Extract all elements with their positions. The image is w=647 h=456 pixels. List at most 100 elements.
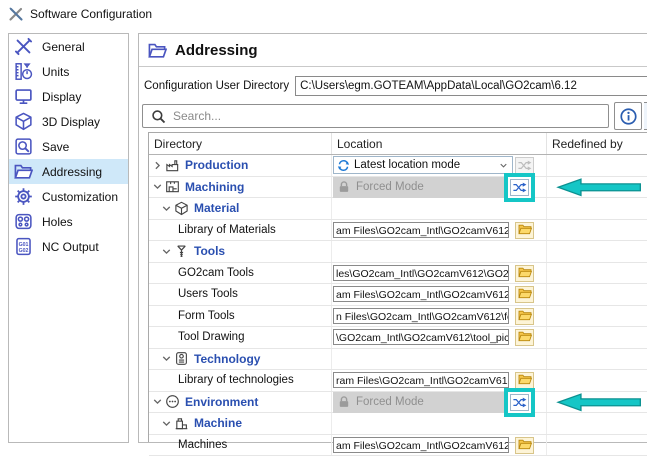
config-directory-row: Configuration User Directory C:\Users\eg… (139, 74, 647, 98)
table-row: Machine (149, 413, 647, 435)
browse-folder-button[interactable] (515, 372, 534, 389)
category-label: Machine (194, 416, 242, 430)
sidebar-item-label: Holes (42, 215, 73, 229)
chevron-down-icon[interactable] (151, 395, 164, 408)
redefined-by-cell (547, 177, 647, 198)
svg-text:G01: G01 (19, 242, 29, 248)
search-input[interactable]: Search... (142, 104, 609, 128)
chevron-down-icon[interactable] (151, 180, 164, 193)
chevron-down-icon[interactable] (160, 352, 173, 365)
chevron-right-icon[interactable] (151, 159, 164, 172)
path-field[interactable]: \GO2cam_Intl\GO2camV612\tool_picture (333, 329, 509, 345)
column-header-location[interactable]: Location (332, 133, 547, 154)
window-title: Software Configuration (30, 7, 152, 21)
item-label: Users Tools (178, 288, 238, 300)
category-label: Environment (185, 395, 258, 409)
shuffle-mode-button[interactable] (510, 179, 529, 196)
table-row: GO2cam Tools les\GO2cam_Intl\GO2camV612\G… (149, 263, 647, 285)
path-field[interactable]: am Files\GO2cam_Intl\GO2camV612\mac (333, 437, 509, 453)
addressing-table: Directory Location Redefined by Producti… (148, 132, 647, 442)
browse-folder-button[interactable] (515, 222, 534, 239)
sidebar-item-units[interactable]: Units (9, 59, 128, 84)
redefined-by-cell (547, 349, 647, 370)
category-label: Technology (194, 352, 260, 366)
path-field[interactable]: n Files\GO2cam_Intl\GO2camV612\forme (333, 308, 509, 324)
sidebar-item-addressing[interactable]: Addressing (9, 159, 128, 184)
lock-icon (337, 395, 351, 409)
browse-folder-button[interactable] (515, 329, 534, 346)
directory-cell: Machining (149, 177, 332, 198)
browse-folder-button[interactable] (515, 437, 534, 454)
main-panel: Addressing Configuration User Directory … (138, 33, 647, 443)
sidebar-item-3d-display[interactable]: 3D Display (9, 109, 128, 134)
item-label: Machines (178, 439, 227, 451)
path-field[interactable]: am Files\GO2cam_Intl\GO2camV612\tool (333, 286, 509, 302)
item-label: Form Tools (178, 310, 235, 322)
sidebar-item-save[interactable]: Save (9, 134, 128, 159)
column-header-redefined-by[interactable]: Redefined by (547, 133, 647, 154)
directory-cell: Form Tools (149, 306, 332, 327)
window-titlebar: Software Configuration (0, 0, 647, 28)
directory-cell: Material (149, 198, 332, 219)
directory-cell: Production (149, 155, 332, 176)
table-row: Production Latest location mode (149, 155, 647, 177)
table-row: Users Tools am Files\GO2cam_Intl\GO2camV6… (149, 284, 647, 306)
machine-icon (174, 416, 189, 431)
sidebar: GeneralUnits Display 3D DisplaySaveAddress… (8, 33, 129, 443)
path-field[interactable]: ram Files\GO2cam_Intl\GO2camV612\tec (333, 372, 509, 388)
directory-cell: GO2cam Tools (149, 263, 332, 284)
directory-cell: Technology (149, 349, 332, 370)
units-icon (14, 62, 33, 81)
column-header-directory[interactable]: Directory (149, 133, 332, 154)
sidebar-item-nc-output[interactable]: G01G02NC Output (9, 234, 128, 259)
table-row: Form Tools n Files\GO2cam_Intl\GO2camV612… (149, 306, 647, 328)
display-icon (14, 87, 33, 106)
redefined-by-cell (547, 198, 647, 219)
table-row: Library of Materialsam Files\GO2cam_Intl… (149, 220, 647, 242)
folder-icon (518, 330, 532, 345)
path-field[interactable]: les\GO2cam_Intl\GO2camV612\GO2_tool (333, 265, 509, 281)
item-label: Tool Drawing (178, 331, 244, 343)
directory-cell: Machines (149, 435, 332, 456)
shuffle-mode-button[interactable] (510, 394, 529, 411)
chevron-down-icon[interactable] (160, 245, 173, 258)
item-label: GO2cam Tools (178, 267, 254, 279)
forced-mode-bar: Forced Mode (333, 177, 509, 198)
search-placeholder: Search... (173, 109, 221, 123)
location-cell: \GO2cam_Intl\GO2camV612\tool_picture (332, 327, 547, 348)
directory-cell: Tool Drawing (149, 327, 332, 348)
software-configuration-icon (8, 6, 24, 22)
location-cell: am Files\GO2cam_Intl\GO2camV612\mac (332, 435, 547, 456)
folder-icon (518, 438, 532, 453)
search-icon (151, 109, 166, 124)
redefined-by-cell (547, 392, 647, 413)
table-row: EnvironmentForced Mode (149, 392, 647, 414)
info-button[interactable] (614, 102, 642, 130)
table-row: Material (149, 198, 647, 220)
lock-icon (337, 180, 351, 194)
location-cell (332, 241, 547, 262)
location-cell: am Files\GO2cam_Intl\GO2camV612\tool (332, 284, 547, 305)
annotation-highlight-box (504, 173, 535, 202)
category-label: Production (185, 158, 248, 172)
path-field[interactable]: am Files\GO2cam_Intl\GO2camV612\mat (333, 222, 509, 238)
chevron-down-icon[interactable] (160, 417, 173, 430)
location-mode-value: Latest location mode (354, 159, 498, 171)
chevron-down-icon[interactable] (160, 202, 173, 215)
sidebar-item-display[interactable]: Display (9, 84, 128, 109)
page-header: Addressing (139, 34, 647, 67)
sidebar-item-general[interactable]: General (9, 34, 128, 59)
browse-folder-button[interactable] (515, 308, 534, 325)
browse-folder-button[interactable] (515, 286, 534, 303)
category-label: Material (194, 201, 239, 215)
location-mode-dropdown[interactable]: Latest location mode (333, 156, 513, 174)
save-icon (14, 137, 33, 156)
browse-folder-button[interactable] (515, 265, 534, 282)
search-row: Search... (142, 103, 647, 129)
redefined-by-cell (547, 306, 647, 327)
sidebar-item-customization[interactable]: Customization (9, 184, 128, 209)
config-directory-field[interactable]: C:\Users\egm.GOTEAM\AppData\Local\GO2cam… (295, 76, 647, 96)
environment-icon (165, 394, 180, 409)
sidebar-item-label: Display (42, 90, 81, 104)
sidebar-item-holes[interactable]: Holes (9, 209, 128, 234)
